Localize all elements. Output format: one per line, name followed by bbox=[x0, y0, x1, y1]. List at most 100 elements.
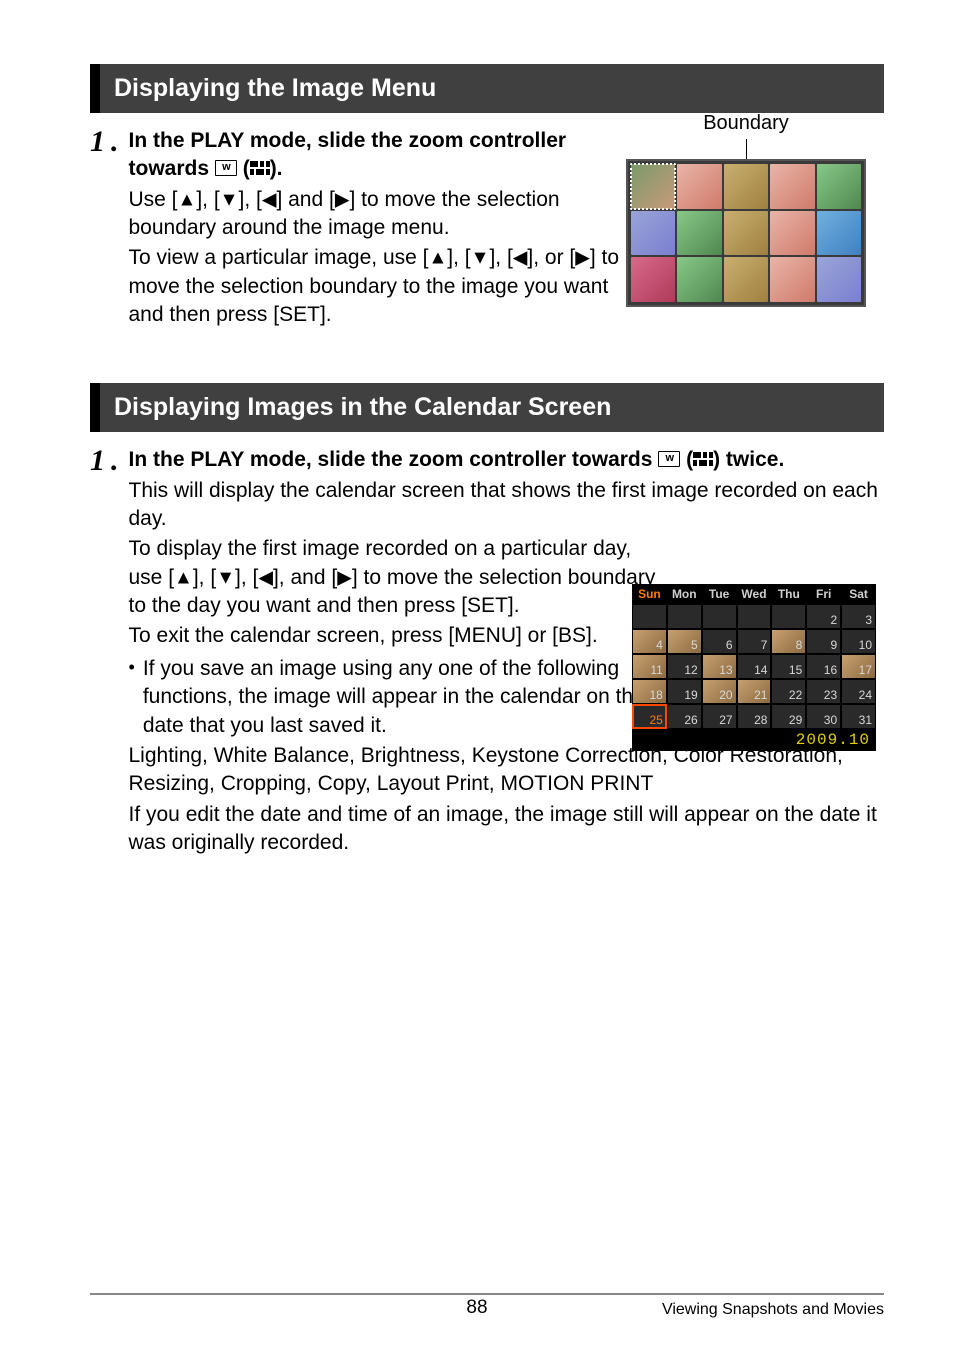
calendar-cell: 17 bbox=[841, 654, 876, 679]
thumbnail bbox=[724, 164, 768, 209]
calendar-cell: 28 bbox=[737, 704, 772, 729]
thumbnail bbox=[631, 211, 675, 256]
step-instruction: In the PLAY mode, slide the zoom control… bbox=[129, 446, 885, 474]
calendar-cell: 8 bbox=[771, 629, 806, 654]
thumbnail bbox=[677, 211, 721, 256]
calendar-preview: SunMonTueWedThuFriSat 234567891011121314… bbox=[632, 584, 876, 751]
calendar-day-header: Thu bbox=[771, 584, 806, 604]
step-description-2: To view a particular image, use [▲ ], [▼]… bbox=[129, 244, 649, 329]
zoom-wide-icon: w bbox=[658, 451, 680, 467]
text: ], [ bbox=[489, 246, 512, 269]
step-number: 1 bbox=[90, 127, 105, 157]
calendar-day-header: Sun bbox=[632, 584, 667, 604]
thumbnail bbox=[677, 257, 721, 302]
calendar-cell: 4 bbox=[632, 629, 667, 654]
calendar-cell: 19 bbox=[667, 679, 702, 704]
thumbnail bbox=[677, 164, 721, 209]
text: ], [ bbox=[196, 188, 219, 211]
step-exit-description: To exit the calendar screen, press [MENU… bbox=[129, 622, 659, 650]
text: ], or [ bbox=[527, 246, 575, 269]
arrow-down-icon: ▼ bbox=[220, 189, 239, 210]
text: ] and [ bbox=[276, 188, 334, 211]
bullet-item: • If you save an image using any one of … bbox=[129, 655, 659, 740]
calendar-day-header: Sat bbox=[841, 584, 876, 604]
step-number: 1 bbox=[90, 446, 105, 476]
thumbnail bbox=[724, 257, 768, 302]
calendar-day-header: Tue bbox=[702, 584, 737, 604]
boundary-pointer bbox=[746, 139, 747, 159]
calendar-cell: 9 bbox=[806, 629, 841, 654]
calendar-cell: 21 bbox=[737, 679, 772, 704]
arrow-down-icon: ▼ bbox=[216, 567, 235, 588]
calendar-cell: 16 bbox=[806, 654, 841, 679]
calendar-cell: 27 bbox=[702, 704, 737, 729]
footer-divider bbox=[90, 1293, 884, 1295]
calendar-cell: 3 bbox=[841, 604, 876, 629]
calendar-cell: 25 bbox=[632, 704, 667, 729]
bullet-text: If you save an image using any one of th… bbox=[143, 655, 659, 740]
text: ). bbox=[270, 157, 283, 180]
calendar-cell: 13 bbox=[702, 654, 737, 679]
calendar-day-header: Fri bbox=[806, 584, 841, 604]
step-intro-description: This will display the calendar screen th… bbox=[129, 477, 885, 534]
zoom-wide-icon: w bbox=[215, 160, 237, 176]
calendar-cell: 30 bbox=[806, 704, 841, 729]
text: ], [ bbox=[193, 566, 216, 589]
arrow-left-icon: ◀ bbox=[262, 189, 277, 210]
calendar-day-header: Wed bbox=[737, 584, 772, 604]
text: ) twice. bbox=[713, 448, 784, 471]
arrow-down-icon: ▼ bbox=[471, 248, 490, 269]
calendar-cell bbox=[737, 604, 772, 629]
page: Displaying the Image Menu 1 . In the PLA… bbox=[0, 0, 954, 1357]
calendar-cell: 12 bbox=[667, 654, 702, 679]
calendar-cell: 5 bbox=[667, 629, 702, 654]
calendar-cell: 22 bbox=[771, 679, 806, 704]
calendar-cell: 2 bbox=[806, 604, 841, 629]
step-body: In the PLAY mode, slide the zoom control… bbox=[129, 127, 649, 329]
thumbnail bbox=[817, 164, 861, 209]
arrow-left-icon: ◀ bbox=[513, 248, 528, 269]
footer-row: 88 Viewing Snapshots and Movies bbox=[90, 1301, 884, 1319]
calendar-body: 2345678910111213141516171819202122232425… bbox=[632, 604, 876, 729]
arrow-up-icon: ▲ bbox=[178, 189, 197, 210]
text: To view a particular image, use [ bbox=[129, 246, 429, 269]
calendar-cell: 20 bbox=[702, 679, 737, 704]
text: ( bbox=[237, 157, 250, 180]
image-menu-preview bbox=[626, 159, 866, 307]
thumbnail bbox=[770, 211, 814, 256]
thumbnail bbox=[770, 257, 814, 302]
thumbnail bbox=[631, 257, 675, 302]
arrow-left-icon: ◀ bbox=[258, 567, 273, 588]
calendar-cell: 6 bbox=[702, 629, 737, 654]
boundary-figure: Boundary bbox=[616, 112, 876, 307]
text: ( bbox=[680, 448, 693, 471]
calendar-cell bbox=[702, 604, 737, 629]
calendar-cell bbox=[667, 604, 702, 629]
arrow-right-icon: ▶ bbox=[575, 248, 590, 269]
calendar-date-footer: 2009.10 bbox=[632, 729, 876, 751]
calendar-cell: 18 bbox=[632, 679, 667, 704]
thumbnail bbox=[724, 211, 768, 256]
calendar-cell: 10 bbox=[841, 629, 876, 654]
arrow-right-icon: ▶ bbox=[337, 567, 352, 588]
calendar-cell: 23 bbox=[806, 679, 841, 704]
calendar-day-header: Mon bbox=[667, 584, 702, 604]
text: In the PLAY mode, slide the zoom control… bbox=[129, 448, 659, 471]
arrow-up-icon: ▲ bbox=[428, 248, 447, 269]
calendar-cell bbox=[632, 604, 667, 629]
step-description: Use [▲], [▼], [◀] and [▶] to move the se… bbox=[129, 186, 649, 243]
bullet-sub-text-2: If you edit the date and time of an imag… bbox=[129, 801, 885, 858]
calendar-cell: 11 bbox=[632, 654, 667, 679]
boundary-label: Boundary bbox=[616, 112, 876, 135]
thumbnail-grid-icon bbox=[250, 157, 270, 180]
section-header-calendar: Displaying Images in the Calendar Screen bbox=[90, 383, 884, 432]
thumbnail bbox=[770, 164, 814, 209]
calendar-cell: 26 bbox=[667, 704, 702, 729]
thumbnail bbox=[817, 257, 861, 302]
arrow-right-icon: ▶ bbox=[335, 189, 350, 210]
calendar-cell: 29 bbox=[771, 704, 806, 729]
footer-section-title: Viewing Snapshots and Movies bbox=[662, 1301, 884, 1319]
calendar-header-row: SunMonTueWedThuFriSat bbox=[632, 584, 876, 604]
text: In the PLAY mode, slide the zoom control… bbox=[129, 129, 567, 180]
step-description-nav: To display the first image recorded on a… bbox=[129, 535, 659, 620]
